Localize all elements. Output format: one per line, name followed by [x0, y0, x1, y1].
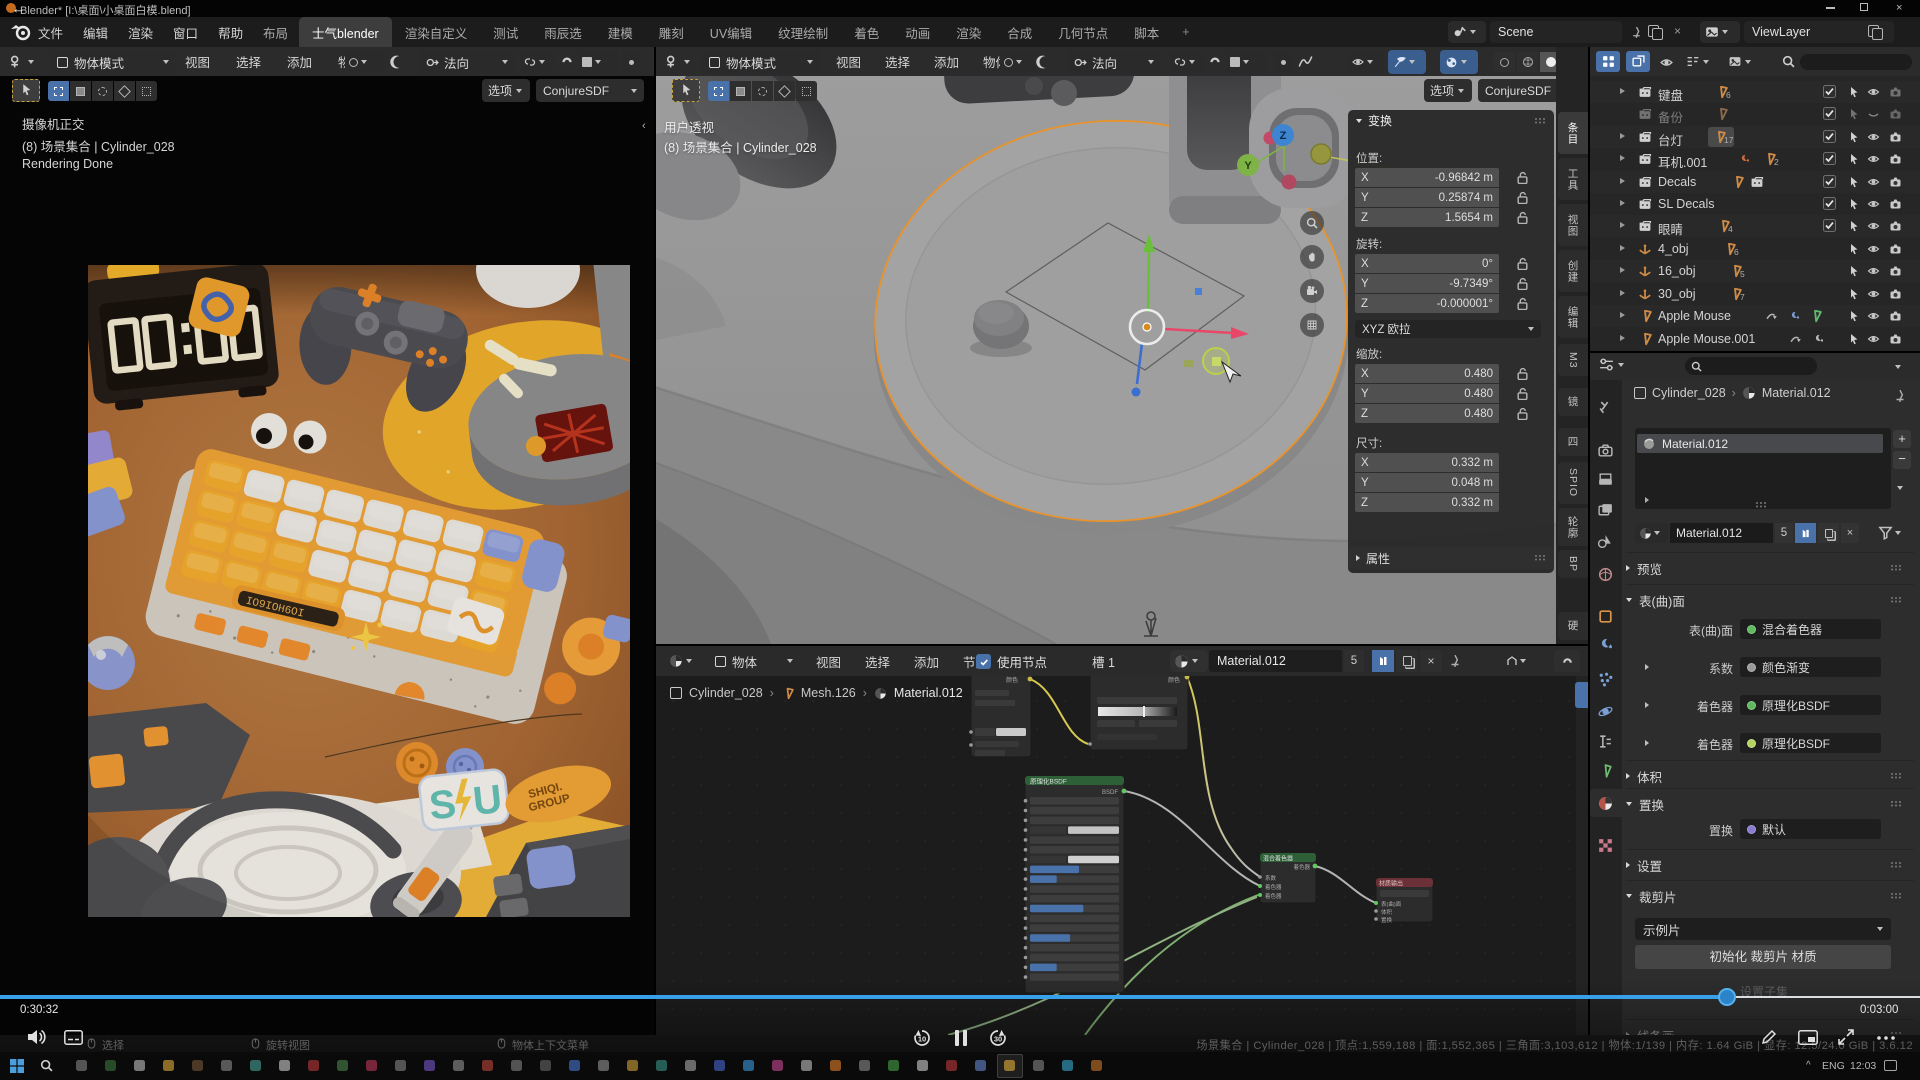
svg-text:体积: 体积: [1381, 908, 1393, 916]
svg-text:颜色: 颜色: [1168, 676, 1180, 684]
svg-text:Z: Z: [1280, 130, 1287, 142]
svg-text:Y: Y: [1244, 160, 1252, 172]
svg-text:10: 10: [918, 1035, 926, 1044]
svg-text:系数: 系数: [1265, 874, 1277, 882]
svg-text:着色器: 着色器: [1293, 863, 1310, 871]
svg-text:置换: 置换: [1381, 916, 1393, 924]
svg-text:颜色: 颜色: [1006, 676, 1018, 684]
svg-text:混合着色器: 混合着色器: [1263, 855, 1293, 863]
svg-text:着色器: 着色器: [1265, 892, 1282, 900]
svg-text:表(曲)面: 表(曲)面: [1381, 900, 1402, 908]
svg-text:着色器: 着色器: [1265, 883, 1282, 891]
svg-text:原理化BSDF: 原理化BSDF: [1030, 777, 1067, 786]
svg-text:材质输出: 材质输出: [1379, 880, 1403, 888]
svg-text:30: 30: [994, 1035, 1002, 1044]
svg-text:BSDF: BSDF: [1102, 790, 1118, 796]
